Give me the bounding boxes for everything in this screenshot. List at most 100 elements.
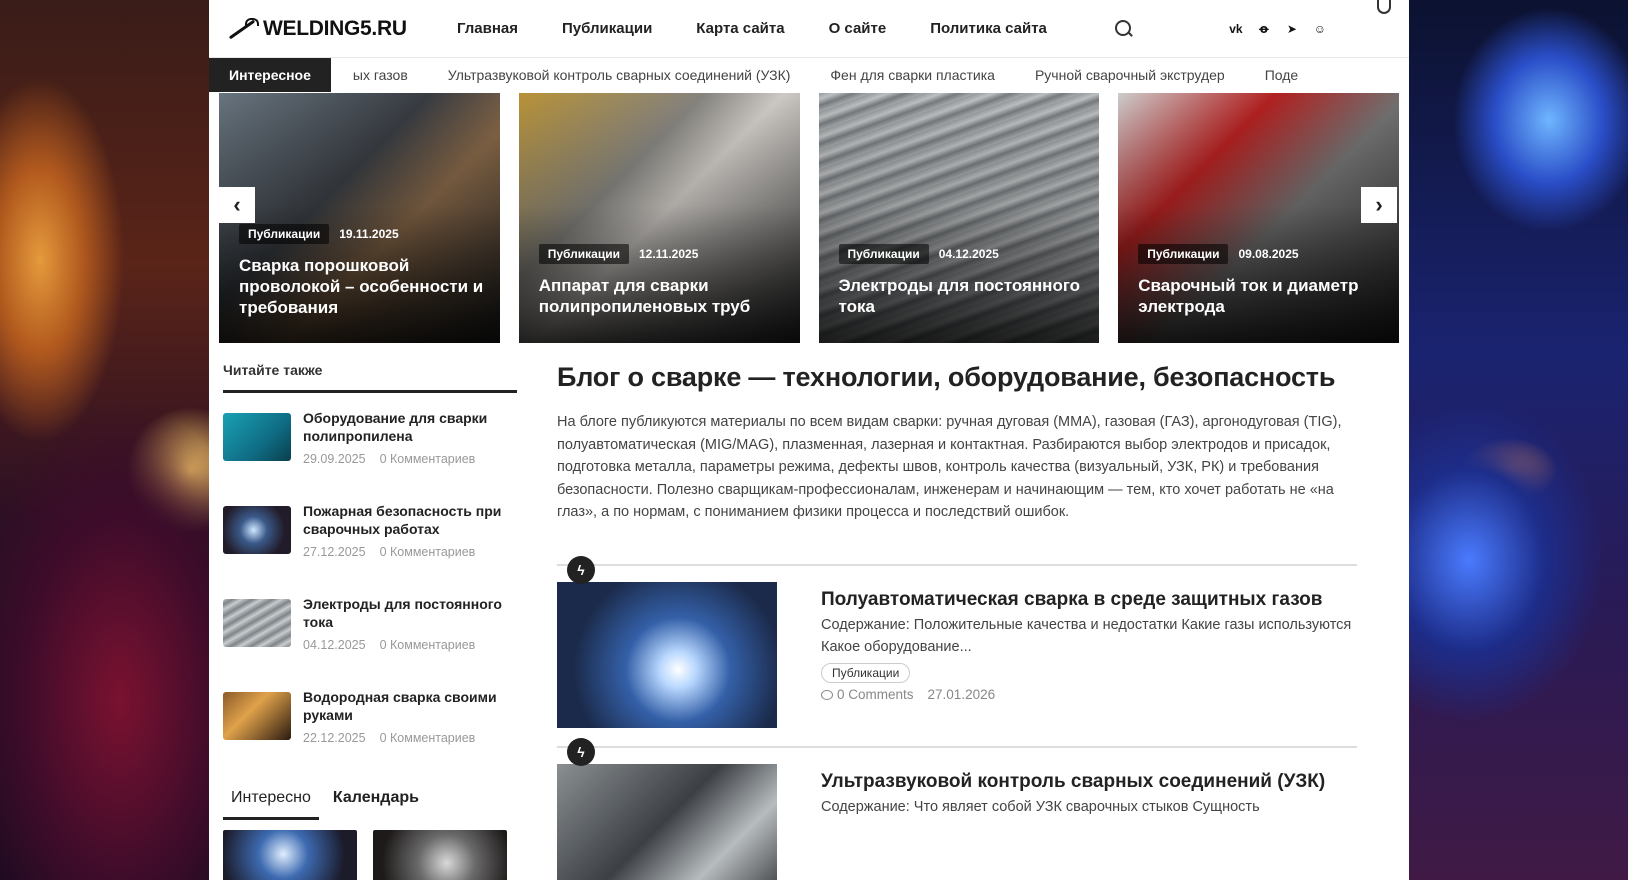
list-item-comments[interactable]: 0 Комментариев	[380, 638, 476, 652]
post-thumbnail[interactable]	[557, 581, 777, 728]
post-meta: 0 Comments 27.01.2026	[821, 687, 1357, 702]
main-nav: Главная Публикации Карта сайта О сайте П…	[457, 20, 1047, 37]
post-title[interactable]: Ультразвуковой контроль сварных соединен…	[821, 770, 1325, 794]
list-item-date: 27.12.2025	[303, 545, 366, 559]
page: WELDING5.RU Главная Публикации Карта сай…	[209, 0, 1409, 880]
content-area: Читайте также Оборудование для сварки по…	[209, 356, 1409, 880]
list-item[interactable]: Электроды для постоянного тока 04.12.202…	[223, 595, 517, 688]
list-item[interactable]: Водородная сварка своими руками 22.12.20…	[223, 688, 517, 781]
ticker-item[interactable]: Поде	[1265, 67, 1299, 83]
slide-category[interactable]: Публикации	[838, 244, 929, 264]
list-item-date: 22.12.2025	[303, 731, 366, 745]
main-column: Блог о сварке — технологии, оборудование…	[557, 356, 1357, 880]
list-item-comments[interactable]: 0 Комментариев	[380, 731, 476, 745]
comment-icon	[821, 689, 833, 700]
list-item-meta: 04.12.2025 0 Комментариев	[303, 638, 517, 652]
sidebar: Читайте также Оборудование для сварки по…	[223, 356, 517, 880]
slide-card[interactable]: Публикации 12.11.2025 Аппарат для сварки…	[518, 93, 800, 343]
list-item[interactable]: Оборудование для сварки полипропилена 29…	[223, 409, 517, 502]
sidebar-heading: Читайте также	[223, 356, 517, 393]
post-body: Ультразвуковой контроль сварных соединен…	[821, 764, 1325, 880]
slide-title[interactable]: Аппарат для сварки полипропиленовых труб	[539, 275, 786, 317]
list-item-title[interactable]: Пожарная безопасность при сварочных рабо…	[303, 502, 517, 538]
vk-icon[interactable]: vk	[1229, 22, 1243, 36]
tab-thumbnails	[223, 830, 517, 880]
nav-home[interactable]: Главная	[457, 20, 518, 37]
slide-title[interactable]: Электроды для постоянного тока	[839, 275, 1086, 317]
tab-thumbnail[interactable]	[223, 830, 357, 880]
list-item-comments[interactable]: 0 Комментариев	[380, 545, 476, 559]
ticker-item[interactable]: Фен для сварки пластика	[830, 67, 995, 83]
nav-about[interactable]: О сайте	[829, 20, 887, 37]
site-header: WELDING5.RU Главная Публикации Карта сай…	[209, 0, 1409, 58]
slide-title[interactable]: Сварка порошковой проволокой – особеннос…	[239, 255, 486, 318]
list-item-title[interactable]: Водородная сварка своими руками	[303, 688, 517, 724]
featured-slider: ‹ Публикации 19.11.2025 Сварка порошково…	[209, 93, 1409, 343]
list-item-title[interactable]: Оборудование для сварки полипропилена	[303, 409, 517, 445]
list-item-meta: 22.12.2025 0 Комментариев	[303, 731, 517, 745]
list-item[interactable]: Пожарная безопасность при сварочных рабо…	[223, 502, 517, 595]
page-description: На блоге публикуются материалы по всем в…	[557, 414, 1342, 520]
tab-thumbnail[interactable]	[373, 830, 507, 880]
slide-card[interactable]: Публикации 04.12.2025 Электроды для пост…	[818, 93, 1100, 343]
ticker-item[interactable]: ых газов	[353, 67, 408, 83]
slide-meta: Публикации 09.08.2025	[1138, 244, 1299, 264]
slide-meta: Публикации 12.11.2025	[538, 244, 699, 264]
list-item-date: 29.09.2025	[303, 452, 366, 466]
welding-torch-icon	[225, 16, 259, 42]
post-thumbnail[interactable]	[557, 763, 777, 880]
nav-publications[interactable]: Публикации	[562, 20, 652, 37]
background-left-art	[0, 0, 209, 880]
ticker-items: ых газов Ультразвуковой контроль сварных…	[331, 67, 1298, 83]
logo-text: WELDING5.RU	[263, 16, 407, 40]
mouse-cursor-icon	[1377, 0, 1391, 14]
slide-date: 12.11.2025	[638, 247, 699, 261]
slider-prev-button[interactable]: ‹	[219, 187, 255, 223]
ticker-label: Интересное	[209, 58, 331, 92]
dzen-icon[interactable]: ☺	[1313, 22, 1327, 36]
related-list: Оборудование для сварки полипропилена 29…	[223, 409, 517, 781]
nav-sitemap[interactable]: Карта сайта	[696, 20, 784, 37]
slide-category[interactable]: Публикации	[1138, 244, 1229, 264]
sidebar-tabs: Интересно Календарь	[223, 789, 517, 820]
news-ticker: Интересное ых газов Ультразвуковой контр…	[209, 58, 1409, 92]
post-comments-count: 0 Comments	[837, 686, 914, 702]
search-icon[interactable]	[1113, 19, 1133, 39]
list-item-date: 04.12.2025	[303, 638, 366, 652]
post-date: 27.01.2026	[927, 686, 996, 702]
slide-category[interactable]: Публикации	[239, 224, 330, 244]
post-excerpt: Содержание: Что являет собой УЗК сварочн…	[821, 798, 1260, 815]
tab-interesting[interactable]: Интересно	[223, 789, 319, 820]
list-item-comments[interactable]: 0 Комментариев	[380, 452, 476, 466]
slide-date: 19.11.2025	[339, 227, 399, 241]
slider-next-button[interactable]: ›	[1361, 187, 1397, 223]
list-item-meta: 29.09.2025 0 Комментариев	[303, 452, 517, 466]
post-category-tag[interactable]: Публикации	[821, 662, 911, 683]
ok-icon[interactable]: ꝋ	[1257, 22, 1271, 36]
post-title[interactable]: Полуавтоматическая сварка в среде защитн…	[821, 588, 1357, 612]
list-item-thumbnail[interactable]	[223, 413, 291, 461]
site-logo[interactable]: WELDING5.RU	[225, 16, 447, 42]
list-item-thumbnail[interactable]	[223, 692, 291, 740]
ticker-item[interactable]: Ультразвуковой контроль сварных соединен…	[448, 67, 791, 83]
background-right-art	[1409, 0, 1628, 880]
tab-calendar[interactable]: Календарь	[325, 789, 427, 820]
slide-category[interactable]: Публикации	[538, 244, 629, 264]
list-item-meta: 27.12.2025 0 Комментариев	[303, 545, 517, 559]
slide-date: 09.08.2025	[1238, 247, 1299, 261]
telegram-icon[interactable]: ➤	[1285, 22, 1299, 36]
lightning-icon: ϟ	[567, 555, 595, 584]
list-item-thumbnail[interactable]	[223, 506, 291, 554]
social-links: vk ꝋ ➤ ☺	[1229, 22, 1327, 36]
slide-meta: Публикации 04.12.2025	[838, 244, 999, 264]
slide-card[interactable]: Публикации 09.08.2025 Сварочный ток и ди…	[1118, 93, 1399, 343]
slide-card[interactable]: Публикации 19.11.2025 Сварка порошковой …	[219, 93, 500, 343]
post-comments[interactable]: 0 Comments	[821, 687, 914, 702]
post-excerpt: Содержание: Положительные качества и нед…	[821, 616, 1352, 656]
slide-date: 04.12.2025	[938, 247, 999, 261]
list-item-title[interactable]: Электроды для постоянного тока	[303, 595, 517, 631]
slide-title[interactable]: Сварочный ток и диаметр электрода	[1138, 275, 1385, 317]
nav-policy[interactable]: Политика сайта	[930, 20, 1047, 37]
list-item-thumbnail[interactable]	[223, 599, 291, 647]
ticker-item[interactable]: Ручной сварочный экструдер	[1035, 67, 1225, 83]
